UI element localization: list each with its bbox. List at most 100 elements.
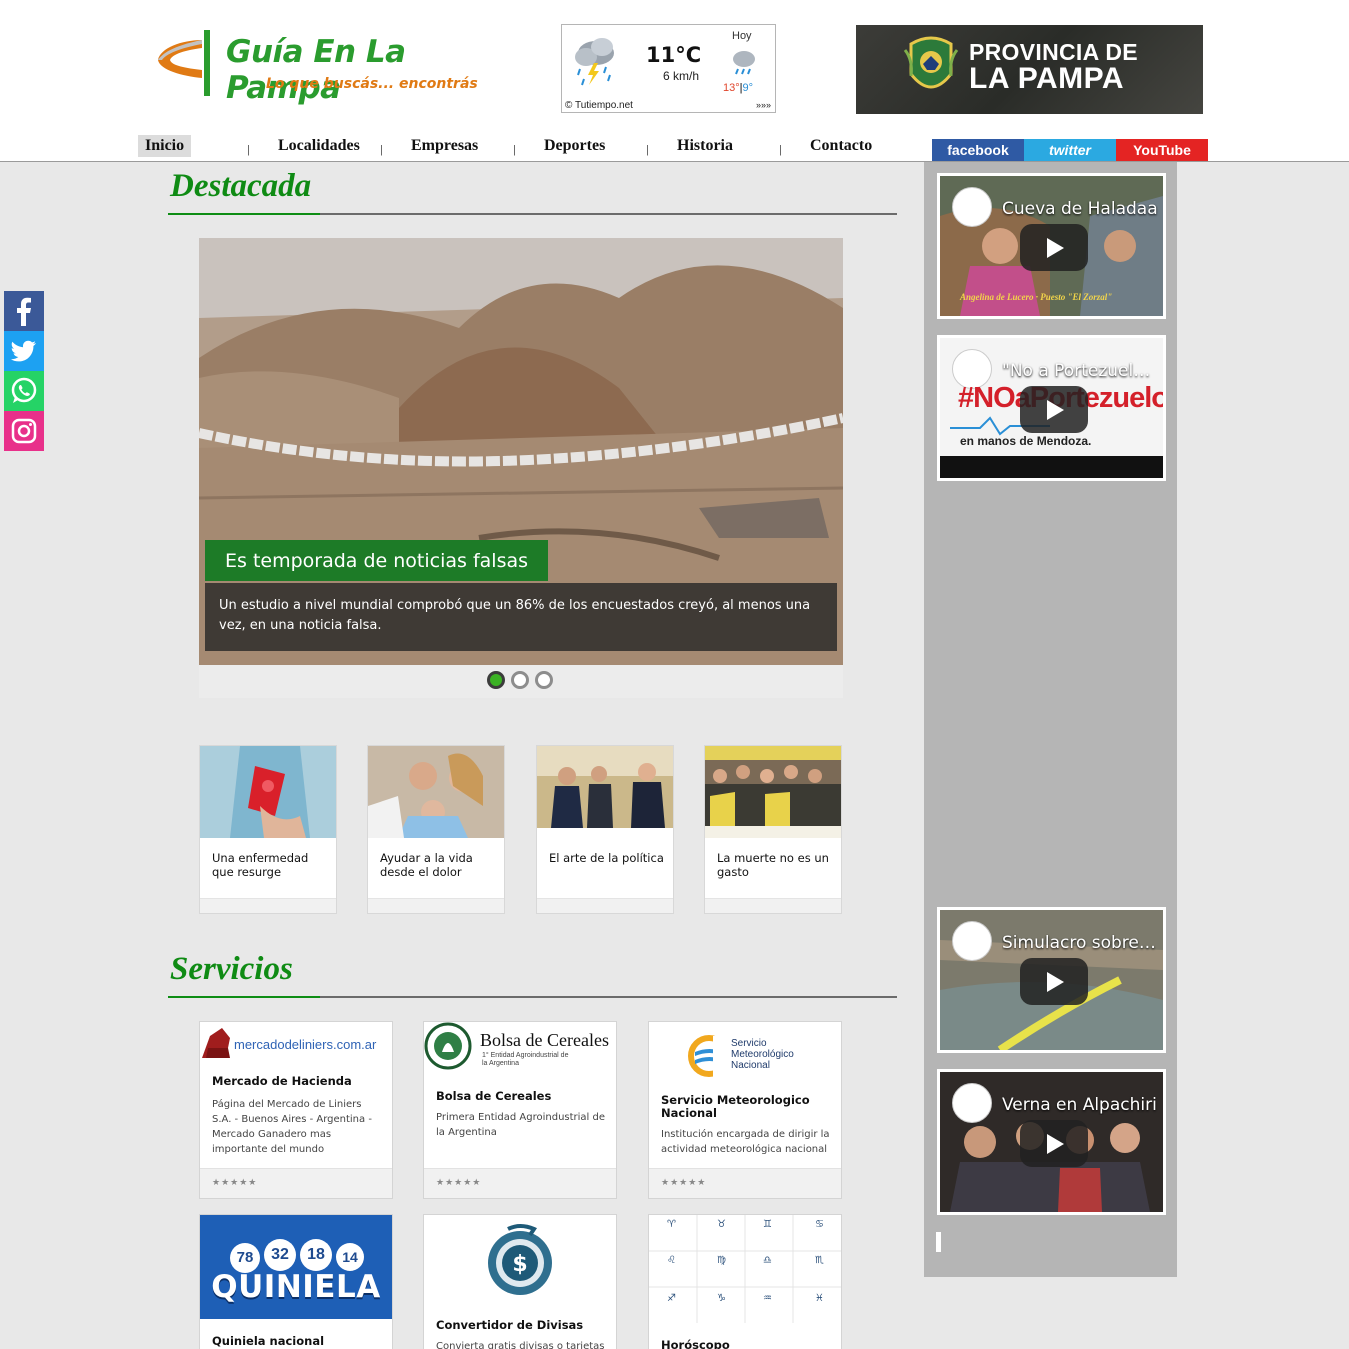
site-header: Guía En La Pampa Lo que buscás... encont… — [0, 0, 1349, 162]
twitter-link[interactable]: twitter — [1024, 139, 1116, 161]
service-title: Convertidor de Divisas — [436, 1318, 584, 1332]
rain-icon — [733, 51, 755, 75]
svg-text:♊: ♊ — [763, 1219, 772, 1230]
svg-text:♐: ♐ — [667, 1293, 676, 1304]
bolsa-logo-text: Bolsa de Cereales — [480, 1030, 609, 1050]
quiniela-logo-text: QUINIELA — [211, 1269, 381, 1305]
slider-pagination — [199, 665, 843, 698]
news-card[interactable]: La muerte no es un gasto — [704, 745, 842, 914]
play-button[interactable] — [1020, 224, 1088, 271]
slider-dot-2[interactable] — [511, 671, 529, 689]
provincia-line2: LA PAMPA — [969, 62, 1125, 95]
service-title: Servicio Meteorologico Nacional — [661, 1093, 810, 1120]
nav-item-contacto[interactable]: Contacto — [803, 135, 879, 157]
smn-logo-text: Servicio Meteorológico Nacional — [731, 1038, 794, 1071]
service-title: Mercado de Hacienda — [212, 1074, 352, 1088]
video-embed[interactable]: Verna en Alpachiri — [937, 1069, 1166, 1215]
video-embed[interactable]: Simulacro sobre el río — [937, 907, 1166, 1053]
section-title-servicios: Servicios — [170, 951, 293, 987]
nav-item-historia[interactable]: Historia — [670, 135, 740, 157]
brand-tagline: Lo que buscás... encontrás — [266, 76, 478, 92]
share-twitter-button[interactable] — [4, 331, 44, 371]
weather-high: 13° — [723, 82, 740, 94]
play-button[interactable] — [1020, 386, 1088, 433]
news-card-image — [200, 746, 336, 838]
svg-text:♓: ♓ — [815, 1293, 824, 1304]
site-logo[interactable]: Guía En La Pampa Lo que buscás... encont… — [152, 22, 512, 106]
service-card-smn[interactable]: Servicio Meteorológico Nacional Servicio… — [648, 1021, 842, 1199]
slider-dot-1[interactable] — [487, 671, 505, 689]
svg-text:♌: ♌ — [667, 1255, 676, 1266]
provincia-banner[interactable]: PROVINCIA DE LA PAMPA — [856, 25, 1203, 114]
share-bar — [4, 291, 44, 451]
share-instagram-button[interactable] — [4, 411, 44, 451]
play-button[interactable] — [1020, 958, 1088, 1005]
video-embed[interactable]: "No a Portezuelo del Viento" #NOaPortezu… — [937, 335, 1166, 481]
video-title[interactable]: Simulacro sobre el río — [1002, 933, 1160, 953]
video-title[interactable]: Verna en Alpachiri — [1002, 1095, 1160, 1115]
service-card-quiniela[interactable]: 78 32 18 14 QUINIELA Quiniela nacional — [199, 1214, 393, 1349]
facebook-link[interactable]: facebook — [932, 139, 1024, 161]
news-card[interactable]: Una enfermedad que resurge — [199, 745, 337, 914]
mercado-logo-text: mercadodeliniers.com.ar — [234, 1037, 377, 1052]
nav-separator: | — [779, 144, 782, 156]
video-title[interactable]: Cueva de Haladaa — [1002, 199, 1160, 219]
share-facebook-button[interactable] — [4, 291, 44, 331]
weather-widget[interactable]: 11°C 6 km/h Hoy 13°|9° © Tutiempo.net »»… — [561, 24, 776, 113]
weather-range: 13°|9° — [723, 82, 753, 94]
weather-wind: 6 km/h — [663, 69, 700, 83]
nav-item-deportes[interactable]: Deportes — [537, 135, 612, 157]
main-nav: Inicio | Localidades | Empresas | Deport… — [0, 132, 930, 162]
service-rating[interactable]: ★★★★★ — [649, 1168, 841, 1198]
news-card-title: Ayudar a la vida desde el dolor — [380, 851, 473, 879]
news-card[interactable]: Ayudar a la vida desde el dolor — [367, 745, 505, 914]
weather-temperature: 11°C — [646, 43, 702, 67]
featured-slider[interactable]: Es temporada de noticias falsas Un estud… — [199, 238, 843, 665]
weather-more-link[interactable]: »»» — [756, 100, 771, 110]
share-whatsapp-button[interactable] — [4, 371, 44, 411]
news-card[interactable]: El arte de la política — [536, 745, 674, 914]
service-description: Institución encargada de dirigir la acti… — [661, 1129, 830, 1155]
nav-item-localidades[interactable]: Localidades — [271, 135, 367, 157]
section-title-destacada: Destacada — [170, 168, 312, 204]
video-title[interactable]: "No a Portezuelo del Viento" — [1002, 361, 1160, 381]
service-card-horoscopo[interactable]: ♈ ♉ ♊ ♋ ♌ ♍ ♎ ♏ ♐ ♑ ♒ ♓ Horóscopo — [648, 1214, 842, 1349]
svg-text:♉: ♉ — [717, 1219, 726, 1230]
smn-logo: Servicio Meteorológico Nacional — [649, 1022, 841, 1082]
channel-avatar[interactable] — [952, 187, 992, 227]
slide-title[interactable]: Es temporada de noticias falsas — [205, 540, 549, 581]
service-rating[interactable]: ★★★★★ — [200, 1168, 392, 1198]
social-links: facebook twitter YouTube — [932, 139, 1208, 161]
brand-name: Guía En La Pampa — [226, 34, 406, 106]
weather-low: 9° — [742, 82, 754, 94]
news-card-footer — [705, 898, 841, 913]
svg-text:$: $ — [512, 1252, 527, 1277]
svg-text:♈: ♈ — [667, 1219, 676, 1230]
slide-description: Un estudio a nivel mundial comprobó que … — [205, 583, 837, 651]
nav-item-inicio[interactable]: Inicio — [138, 135, 192, 157]
service-rating[interactable]: ★★★★★ — [424, 1168, 616, 1198]
service-title: Horóscopo — [661, 1338, 730, 1349]
channel-avatar[interactable] — [952, 1083, 992, 1123]
quiniela-logo: 78 32 18 14 QUINIELA — [200, 1215, 392, 1319]
facebook-icon — [17, 297, 31, 326]
service-card-mercado[interactable]: mercadodeliniers.com.ar Mercado de Hacie… — [199, 1021, 393, 1199]
video-overlay-sub: en manos de Mendoza. — [960, 434, 1092, 448]
weather-source[interactable]: © Tutiempo.net — [565, 100, 633, 111]
nav-item-empresas[interactable]: Empresas — [404, 135, 485, 157]
service-card-divisas[interactable]: $ Convertidor de Divisas Convierta grati… — [423, 1214, 617, 1349]
slider-dot-3[interactable] — [535, 671, 553, 689]
section-divider — [168, 213, 897, 215]
sidebar-scroll-indicator[interactable] — [936, 1232, 941, 1252]
provincia-shield-icon — [903, 36, 959, 89]
play-button[interactable] — [1020, 1120, 1088, 1167]
service-card-bolsa[interactable]: Bolsa de Cereales 1° Entidad Agroindustr… — [423, 1021, 617, 1199]
instagram-icon — [11, 418, 37, 444]
video-embed[interactable]: Cueva de Haladaa Angelina de Lucero · Pu… — [937, 173, 1166, 319]
news-card-title: La muerte no es un gasto — [717, 851, 829, 879]
youtube-link[interactable]: YouTube — [1116, 139, 1208, 161]
video-caption: Angelina de Lucero · Puesto "El Zorzal" — [960, 292, 1113, 302]
section-divider — [168, 996, 897, 998]
channel-avatar[interactable] — [952, 921, 992, 961]
news-card-title: El arte de la política — [549, 851, 664, 865]
